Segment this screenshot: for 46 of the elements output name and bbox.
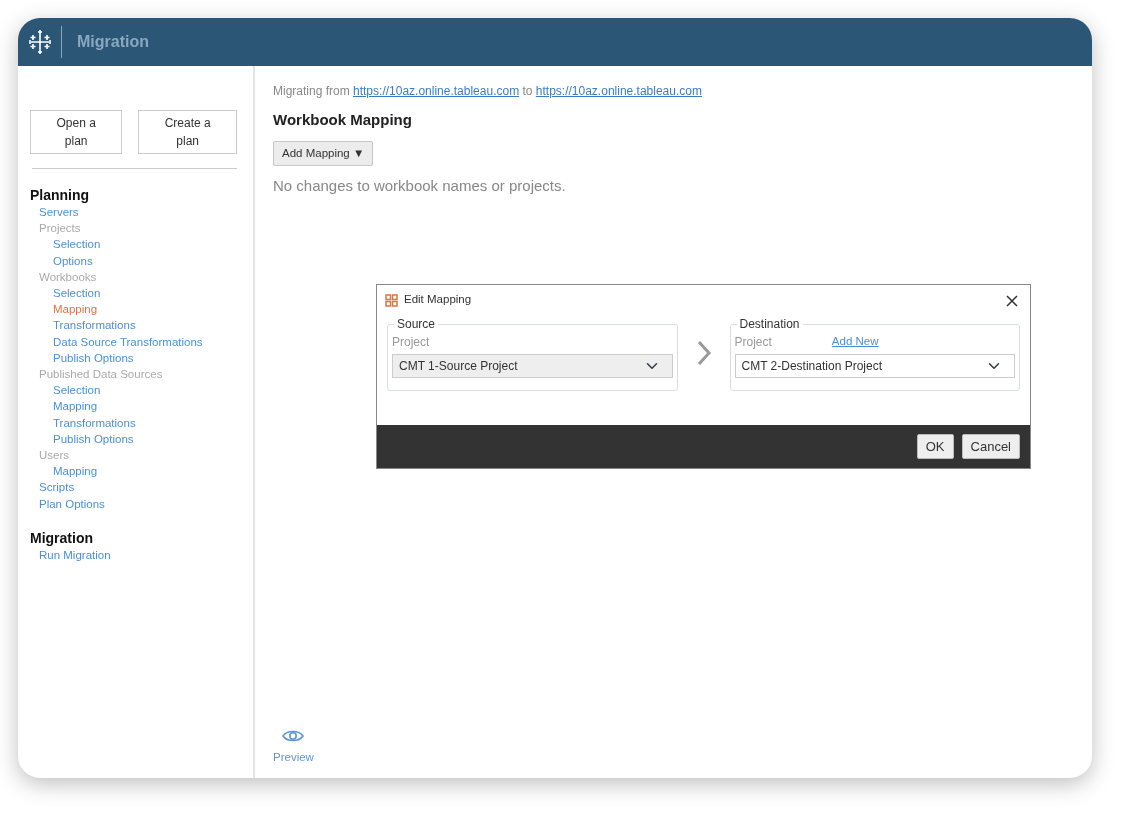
app-title: Migration (77, 32, 149, 52)
field-label: Project (734, 334, 772, 351)
nav-group-label: Published Data Sources (38, 367, 163, 383)
section-title: Planning (30, 187, 91, 204)
source-url-link[interactable]: https://10az.online.tableau.com (353, 84, 520, 98)
nav-link[interactable]: Selection (30, 382, 101, 399)
plan-button[interactable]: Open a plan (30, 110, 123, 154)
nav-link[interactable]: Scripts (30, 479, 75, 496)
nav-link[interactable]: Servers (30, 204, 79, 221)
nav-link[interactable]: Mapping (30, 301, 98, 318)
eye-icon (282, 728, 305, 743)
nav-link[interactable]: Options (30, 252, 93, 269)
dialog-button[interactable]: OK (916, 433, 954, 460)
field-label: Project (392, 334, 430, 351)
nav-link[interactable]: Run Migration (30, 546, 111, 564)
preview-button[interactable]: Preview (273, 728, 314, 766)
page-heading: Workbook Mapping (273, 110, 413, 130)
add-mapping-button[interactable]: Add Mapping ▼ (273, 140, 374, 166)
nav-group-label: Projects (38, 221, 81, 237)
nav-link[interactable]: Mapping (30, 463, 98, 480)
dialog-button[interactable]: Cancel (961, 433, 1020, 460)
project-dropdown[interactable]: CMT 2-Destination Project (734, 354, 1015, 378)
group-legend: Destination (736, 315, 803, 333)
group-legend: Source (394, 315, 439, 333)
nav-link[interactable]: Data Source Transformations (30, 333, 203, 350)
nav-link[interactable]: Plan Options (30, 495, 105, 512)
nav-group-label: Users (38, 448, 70, 464)
nav-link[interactable]: Publish Options (30, 430, 134, 448)
migration-text: Migrating from https://10az.online.tableau.com to https://10az.online.tableau.com (273, 83, 703, 100)
plan-button[interactable]: Create a plan (138, 110, 237, 154)
section-title: Migration (30, 529, 94, 547)
empty-message: No changes to workbook names or projects. (273, 175, 567, 196)
nav-group-label: Workbooks (38, 269, 97, 285)
destination-url-link[interactable]: https://10az.online.tableau.com (535, 84, 702, 98)
add-new-link[interactable]: Add New (831, 333, 879, 351)
nav-link[interactable]: Selection (30, 285, 101, 302)
nav-link[interactable]: Selection (30, 236, 101, 253)
nav-link[interactable]: Publish Options (30, 349, 134, 367)
close-icon (1006, 295, 1018, 308)
nav-link[interactable]: Mapping (30, 398, 98, 415)
nav-link[interactable]: Transformations (30, 317, 136, 334)
chevron-right-icon (695, 340, 712, 366)
dialog-title: Edit Mapping (404, 292, 472, 308)
nav-link[interactable]: Transformations (30, 414, 136, 431)
logo-icon (27, 29, 53, 55)
mapping-icon (385, 293, 398, 307)
